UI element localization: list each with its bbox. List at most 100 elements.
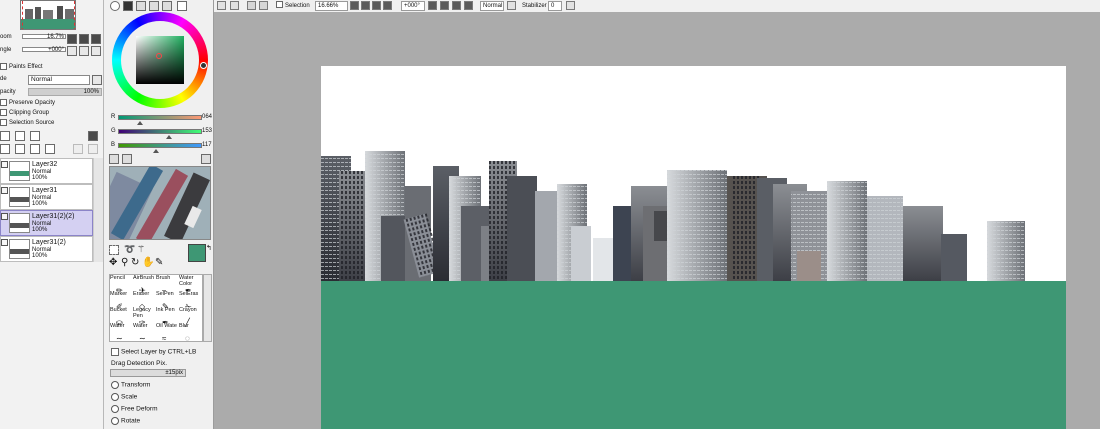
blue-slider-handle[interactable] xyxy=(153,149,159,153)
select-layer-checkbox[interactable] xyxy=(111,348,119,356)
paints-effect-checkbox[interactable] xyxy=(0,63,7,70)
layer-up-icon[interactable] xyxy=(73,144,83,154)
move-tool-icon[interactable]: ✥ xyxy=(109,257,117,268)
palette-tab-icon[interactable] xyxy=(177,1,187,11)
zoom-out-button[interactable] xyxy=(361,1,370,10)
rotate-reset-button[interactable] xyxy=(452,1,461,10)
clipping-group-option[interactable]: Clipping Group xyxy=(0,109,49,118)
rotate-radio[interactable] xyxy=(111,417,119,425)
layer-item[interactable]: Layer31(2) Normal 100% xyxy=(0,236,93,262)
blend-mode-dropdown-button[interactable] xyxy=(92,75,102,85)
green-slider[interactable] xyxy=(118,129,202,134)
rotate-right-button[interactable] xyxy=(79,46,89,56)
transform-radio[interactable] xyxy=(111,381,119,389)
rotate-left-button[interactable] xyxy=(428,1,437,10)
selection-source-option[interactable]: Selection Source xyxy=(0,119,54,128)
merge-down-icon[interactable] xyxy=(15,144,25,154)
tool-water[interactable]: Water ∼ xyxy=(110,323,132,344)
layer-item[interactable]: Layer31(2)(2) Normal 100% xyxy=(0,210,93,236)
lasso-tool-icon[interactable]: ➰ xyxy=(124,244,135,255)
stabilizer-dropdown-button[interactable] xyxy=(566,1,575,10)
scratchpad-clear-button[interactable] xyxy=(201,154,211,164)
green-slider-handle[interactable] xyxy=(166,135,172,139)
saturation-value-square[interactable] xyxy=(136,36,184,84)
new-layer-icon[interactable] xyxy=(0,131,10,141)
blend-mode-dropdown-button[interactable] xyxy=(507,1,516,10)
rotate-right-button[interactable] xyxy=(440,1,449,10)
swap-colors-icon[interactable]: ↰ xyxy=(206,244,212,252)
selection-checkbox[interactable] xyxy=(276,1,283,8)
select-layer-option[interactable]: Select Layer by CTRL+LB xyxy=(111,348,196,357)
tool-grid-scrollbar[interactable] xyxy=(203,274,212,342)
tool-blur[interactable]: Blur ◌ xyxy=(179,323,201,344)
eye-icon[interactable] xyxy=(1,161,8,168)
zoom-reset-button[interactable] xyxy=(372,1,381,10)
new-linework-layer-icon[interactable] xyxy=(15,131,25,141)
eyedropper-tool-icon[interactable]: ✎ xyxy=(155,257,163,268)
eye-icon[interactable] xyxy=(1,213,8,220)
eye-icon[interactable] xyxy=(1,187,8,194)
primary-color-swatch[interactable] xyxy=(188,244,206,262)
zoom-in-button[interactable] xyxy=(350,1,359,10)
preserve-opacity-checkbox[interactable] xyxy=(0,99,7,106)
layer-scrollbar[interactable] xyxy=(93,158,103,262)
scratchpad-left-button[interactable] xyxy=(109,154,119,164)
zoom-field[interactable]: 16.66% xyxy=(315,1,348,11)
transform-option[interactable]: Transform xyxy=(111,381,150,390)
rgb-slider-tab-icon[interactable] xyxy=(123,1,133,11)
paints-effect-header[interactable]: Paints Effect xyxy=(0,63,43,72)
show-selection-button[interactable] xyxy=(230,1,239,10)
scale-option[interactable]: Scale xyxy=(111,393,137,402)
layer-blend-mode-select[interactable]: Normal xyxy=(28,75,90,85)
invert-selection-button[interactable] xyxy=(217,1,226,10)
selection-tool-icon[interactable] xyxy=(109,245,119,255)
scratchpad-tab-icon[interactable] xyxy=(162,1,172,11)
red-slider-handle[interactable] xyxy=(137,121,143,125)
opacity-slider[interactable]: 100% xyxy=(28,88,102,96)
angle-field[interactable]: +000° xyxy=(401,1,425,11)
drag-detection-slider[interactable]: ±15pix xyxy=(110,369,186,377)
hand-tool-icon[interactable]: ✋ xyxy=(142,257,154,268)
clipping-group-checkbox[interactable] xyxy=(0,109,7,116)
new-folder-icon[interactable] xyxy=(30,131,40,141)
flip-button[interactable] xyxy=(464,1,473,10)
eye-icon[interactable] xyxy=(1,239,8,246)
layer-item[interactable]: Layer31 Normal 100% xyxy=(0,184,93,210)
hsv-slider-tab-icon[interactable] xyxy=(136,1,146,11)
layer-down-icon[interactable] xyxy=(88,144,98,154)
trim-button[interactable] xyxy=(247,1,256,10)
delete-layer-icon[interactable] xyxy=(45,144,55,154)
hue-picker-cursor[interactable] xyxy=(200,62,207,69)
color-wheel-tab-icon[interactable] xyxy=(110,1,120,11)
zoom-in-button[interactable] xyxy=(79,34,89,44)
free-deform-option[interactable]: Free Deform xyxy=(111,405,157,414)
rotate-reset-button[interactable] xyxy=(91,46,101,56)
zoom-fit-button[interactable] xyxy=(383,1,392,10)
free-deform-radio[interactable] xyxy=(111,405,119,413)
swatch-tab-icon[interactable] xyxy=(149,1,159,11)
tool-oil-water[interactable]: Oil Wate ≈ xyxy=(156,323,178,344)
fill-button[interactable] xyxy=(259,1,268,10)
selection-source-checkbox[interactable] xyxy=(0,119,7,126)
stabilizer-select[interactable]: 0 xyxy=(548,1,562,11)
layer-item[interactable]: Layer32 Normal 100% xyxy=(0,158,93,184)
transfer-down-icon[interactable] xyxy=(0,144,10,154)
selection-toggle[interactable]: Selection xyxy=(276,1,310,10)
scale-radio[interactable] xyxy=(111,393,119,401)
rotate-tool-icon[interactable]: ↻ xyxy=(131,257,139,268)
tool-water[interactable]: Water ∼ xyxy=(133,323,155,344)
drawing-canvas[interactable] xyxy=(321,66,1066,429)
blend-mode-select[interactable]: Normal xyxy=(480,1,504,11)
magic-wand-tool-icon[interactable]: ⚚ xyxy=(137,244,145,255)
scratchpad-right-button[interactable] xyxy=(122,154,132,164)
preserve-opacity-option[interactable]: Preserve Opacity xyxy=(0,99,55,108)
clear-layer-icon[interactable] xyxy=(30,144,40,154)
red-slider[interactable] xyxy=(118,115,202,120)
rotate-left-button[interactable] xyxy=(67,46,77,56)
rotate-option[interactable]: Rotate xyxy=(111,417,140,426)
layer-menu-icon[interactable] xyxy=(88,131,98,141)
scratchpad[interactable] xyxy=(109,166,211,240)
blue-slider[interactable] xyxy=(118,143,202,148)
navigator-preview[interactable] xyxy=(20,0,76,30)
zoom-out-button[interactable] xyxy=(67,34,77,44)
